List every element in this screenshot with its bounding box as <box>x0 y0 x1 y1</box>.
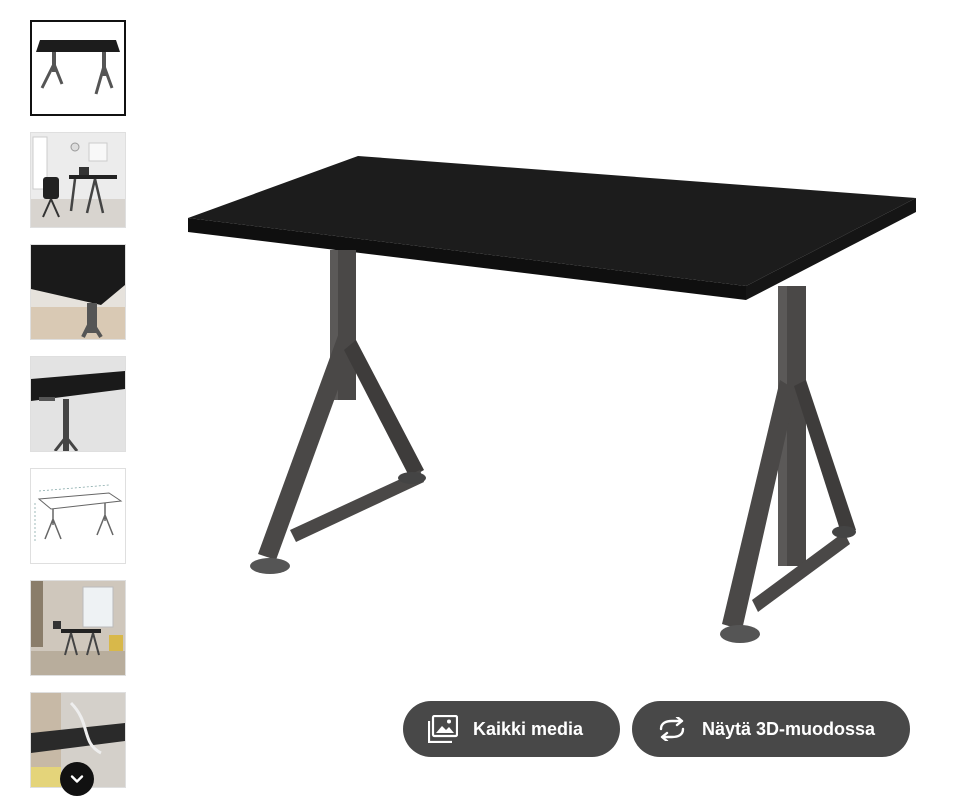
chevron-down-icon <box>70 775 84 783</box>
living-room-thumbnail-image <box>31 581 125 675</box>
corner-closeup-thumbnail-image <box>31 245 125 339</box>
thumbnails-scroll-down-button[interactable] <box>60 762 94 796</box>
dimension-drawing-thumbnail-image <box>31 469 125 563</box>
thumbnail-living-room[interactable] <box>30 580 126 676</box>
thumbnail-corner-closeup[interactable] <box>30 244 126 340</box>
view-3d-label: Näytä 3D-muodossa <box>702 718 876 739</box>
thumbnail-dimension-drawing[interactable] <box>30 468 126 564</box>
standing-desk-image <box>188 156 916 643</box>
desk-thumbnail-image <box>36 40 120 95</box>
rotate-icon <box>656 713 688 745</box>
thumbnail-desk-front[interactable] <box>30 20 126 116</box>
all-media-button[interactable]: Kaikki media <box>403 701 620 757</box>
gallery-icon <box>427 713 459 745</box>
all-media-label: Kaikki media <box>473 718 584 739</box>
office-room-thumbnail-image <box>31 133 125 227</box>
underside-thumbnail-image <box>31 357 125 451</box>
thumbnail-underside-closeup[interactable] <box>30 356 126 452</box>
thumbnail-office-room[interactable] <box>30 132 126 228</box>
view-3d-button[interactable]: Näytä 3D-muodossa <box>632 701 910 757</box>
main-product-image <box>180 140 925 660</box>
